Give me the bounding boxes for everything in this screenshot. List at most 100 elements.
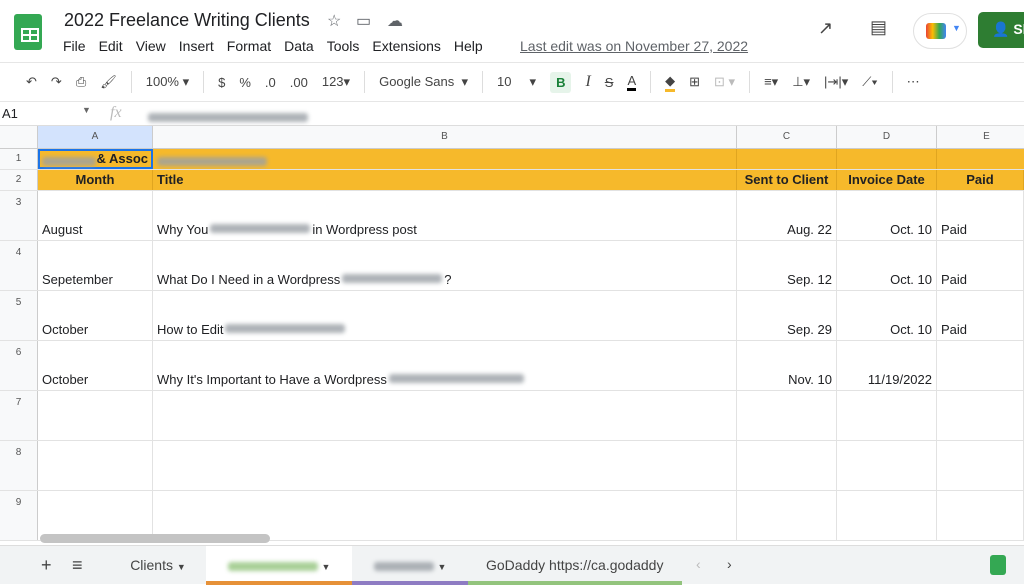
select-all-corner[interactable] <box>0 126 38 149</box>
tab-godaddy[interactable]: GoDaddy https://ca.godaddy <box>468 546 682 585</box>
cell[interactable] <box>38 441 153 490</box>
cell[interactable] <box>153 441 737 490</box>
cell[interactable] <box>837 491 937 540</box>
cell-paid[interactable] <box>937 341 1024 390</box>
cell-invoice[interactable]: Oct. 10 <box>837 291 937 340</box>
font-select[interactable]: Google Sans ▾ <box>379 74 468 90</box>
cell-title[interactable]: Why You in Wordpress post <box>153 191 737 240</box>
paint-format-icon[interactable]: 🖌 <box>100 74 117 90</box>
scroll-tabs-left-icon[interactable]: ‹ <box>696 556 701 572</box>
cell-title[interactable]: How to Edit <box>153 291 737 340</box>
cell-month[interactable]: Sepetember <box>38 241 153 290</box>
cell[interactable] <box>38 391 153 440</box>
star-icon[interactable]: ☆ <box>327 11 341 31</box>
comments-icon[interactable]: ▤ <box>870 17 887 38</box>
share-button[interactable]: 👤 Sh <box>978 12 1024 48</box>
text-color-button[interactable]: A <box>627 73 637 91</box>
cell[interactable] <box>38 491 153 540</box>
horizontal-align-icon[interactable]: ≡▾ <box>764 74 778 90</box>
print-icon[interactable]: ⎙ <box>76 74 86 90</box>
tab-sheet[interactable]: ▼ <box>352 546 468 585</box>
cloud-status-icon[interactable]: ☁ <box>387 11 403 31</box>
add-sheet-button[interactable]: + <box>41 555 52 576</box>
vertical-align-icon[interactable]: ⊥▾ <box>792 74 810 90</box>
cell-title[interactable]: What Do I Need in a Wordpress? <box>153 241 737 290</box>
meet-button[interactable]: ▼ <box>913 13 967 49</box>
cell[interactable] <box>737 391 837 440</box>
column-header-d[interactable]: D <box>837 126 937 149</box>
cell[interactable] <box>737 441 837 490</box>
activity-trend-icon[interactable]: ↗ <box>818 18 833 39</box>
cell[interactable] <box>937 149 1024 169</box>
row-header[interactable]: 6 <box>0 341 38 390</box>
row-header[interactable]: 3 <box>0 191 38 240</box>
name-box[interactable]: A1 <box>2 106 18 121</box>
column-header-e[interactable]: E <box>937 126 1024 149</box>
cell-sent[interactable]: Sep. 29 <box>737 291 837 340</box>
cell-invoice[interactable]: Oct. 10 <box>837 191 937 240</box>
menu-help[interactable]: Help <box>454 38 483 54</box>
cell-month[interactable]: October <box>38 291 153 340</box>
cell-sent[interactable]: Aug. 22 <box>737 191 837 240</box>
row-header[interactable]: 9 <box>0 491 38 540</box>
last-edit-link[interactable]: Last edit was on November 27, 2022 <box>520 38 748 54</box>
more-options-button[interactable]: ⋯ <box>907 74 920 90</box>
scroll-tabs-right-icon[interactable]: › <box>727 556 732 572</box>
cell[interactable] <box>153 491 737 540</box>
currency-button[interactable]: $ <box>218 75 225 90</box>
cell-month[interactable]: October <box>38 341 153 390</box>
column-header-a[interactable]: A <box>38 126 153 149</box>
redo-icon[interactable]: ↷ <box>51 74 62 90</box>
row-header[interactable]: 7 <box>0 391 38 440</box>
horizontal-scrollbar[interactable] <box>40 534 270 543</box>
chevron-down-icon[interactable]: ▼ <box>82 105 91 115</box>
header-sent[interactable]: Sent to Client <box>737 170 837 190</box>
menu-extensions[interactable]: Extensions <box>372 38 440 54</box>
cell-paid[interactable]: Paid <box>937 191 1024 240</box>
cell-paid[interactable]: Paid <box>937 241 1024 290</box>
percent-button[interactable]: % <box>239 75 251 90</box>
cell-month[interactable]: August <box>38 191 153 240</box>
text-rotation-icon[interactable]: ⟋▾ <box>862 74 877 90</box>
tab-clients[interactable]: Clients ▼ <box>110 546 206 585</box>
bold-button[interactable]: B <box>550 71 572 93</box>
cell-a1[interactable]: & Assoc <box>38 149 153 169</box>
font-size-select[interactable]: 10 ▾ <box>497 74 536 90</box>
row-header[interactable]: 8 <box>0 441 38 490</box>
text-wrap-icon[interactable]: |⇥|▾ <box>824 74 848 90</box>
all-sheets-button[interactable]: ≡ <box>72 555 83 576</box>
menu-insert[interactable]: Insert <box>179 38 214 54</box>
row-header[interactable]: 4 <box>0 241 38 290</box>
undo-icon[interactable]: ↶ <box>26 74 37 90</box>
header-title[interactable]: Title <box>153 170 737 190</box>
menu-file[interactable]: File <box>63 38 86 54</box>
menu-tools[interactable]: Tools <box>327 38 360 54</box>
menu-format[interactable]: Format <box>227 38 271 54</box>
strikethrough-button[interactable]: S <box>605 75 614 90</box>
column-header-b[interactable]: B <box>153 126 737 149</box>
menu-edit[interactable]: Edit <box>99 38 123 54</box>
header-invoice[interactable]: Invoice Date <box>837 170 937 190</box>
move-folder-icon[interactable]: ▭ <box>356 11 371 31</box>
cell[interactable] <box>937 441 1024 490</box>
row-header[interactable]: 5 <box>0 291 38 340</box>
borders-icon[interactable]: ⊞ <box>689 74 700 90</box>
document-title[interactable]: 2022 Freelance Writing Clients <box>64 10 310 31</box>
tab-active-sheet[interactable]: ▼ <box>206 546 352 585</box>
decrease-decimal-button[interactable]: .0 <box>265 75 276 90</box>
row-header[interactable]: 1 <box>0 149 38 169</box>
sheets-logo[interactable] <box>14 14 42 50</box>
cell[interactable] <box>837 149 937 169</box>
more-formats-button[interactable]: 123▾ <box>322 74 350 90</box>
header-paid[interactable]: Paid <box>937 170 1024 190</box>
fill-color-icon[interactable]: ◆ <box>665 73 676 92</box>
cell-invoice[interactable]: 11/19/2022 <box>837 341 937 390</box>
cell-sent[interactable]: Nov. 10 <box>737 341 837 390</box>
cell[interactable] <box>937 391 1024 440</box>
cell-paid[interactable]: Paid <box>937 291 1024 340</box>
menu-data[interactable]: Data <box>284 38 314 54</box>
row-header[interactable]: 2 <box>0 170 38 190</box>
cell[interactable] <box>837 391 937 440</box>
zoom-select[interactable]: 100% ▾ <box>146 74 189 90</box>
explore-icon[interactable] <box>990 555 1006 575</box>
